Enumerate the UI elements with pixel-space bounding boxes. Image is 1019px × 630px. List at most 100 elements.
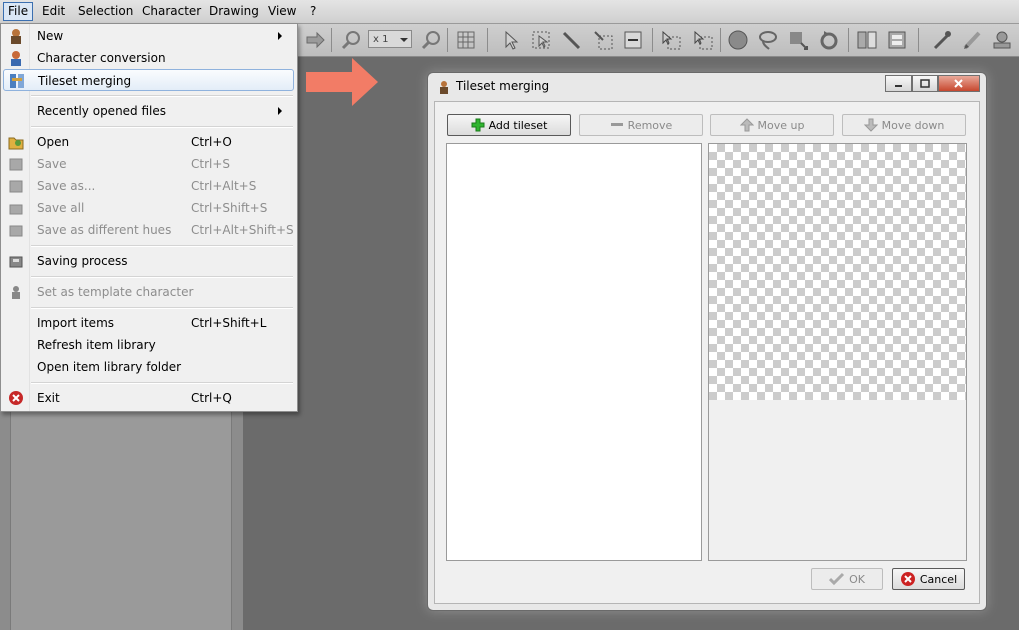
menu-item-saving-process[interactable]: Saving process — [3, 250, 294, 272]
save-icon — [8, 156, 24, 172]
move-up-button[interactable]: Move up — [710, 114, 834, 136]
menu-item-label: Tileset merging — [38, 74, 132, 88]
sphere-icon[interactable] — [727, 29, 749, 51]
toolbar-separator — [848, 28, 849, 52]
minimize-button[interactable] — [885, 75, 912, 92]
menu-item-save-all[interactable]: Save all Ctrl+Shift+S — [3, 197, 294, 219]
menu-item-label: Import items — [37, 316, 115, 330]
layers-icon[interactable] — [886, 29, 908, 51]
eyedropper-icon[interactable] — [931, 29, 953, 51]
tileset-list[interactable] — [446, 143, 702, 561]
ok-button[interactable]: OK — [811, 568, 883, 590]
menu-item-shortcut: Ctrl+Q — [191, 391, 232, 405]
maximize-button[interactable] — [912, 75, 938, 92]
save-hues-icon — [8, 222, 24, 238]
template-icon — [8, 284, 24, 300]
new-character-icon — [8, 28, 24, 44]
menu-drawing[interactable]: Drawing — [205, 3, 263, 20]
menu-separator — [31, 95, 293, 97]
menu-separator — [31, 307, 293, 309]
pencil-icon[interactable] — [961, 29, 983, 51]
menu-item-new[interactable]: New — [3, 25, 294, 47]
lasso-icon[interactable] — [757, 29, 779, 51]
remove-button[interactable]: Remove — [579, 114, 703, 136]
menu-item-label: Open item library folder — [37, 360, 182, 374]
toolbar-separator — [331, 28, 332, 52]
menu-item-recent-files[interactable]: Recently opened files — [3, 100, 294, 122]
remove-label: Remove — [627, 118, 673, 132]
zoom-out-icon[interactable] — [340, 29, 362, 51]
zoom-level-select[interactable]: x 1 — [368, 30, 412, 48]
menu-item-set-template[interactable]: Set as template character — [3, 281, 294, 303]
menu-item-label: Saving process — [37, 254, 128, 268]
redo-arrow-icon[interactable] — [304, 29, 326, 51]
menu-item-shortcut: Ctrl+S — [191, 157, 231, 171]
menu-item-open-library-folder[interactable]: Open item library folder — [3, 356, 294, 378]
menu-item-save[interactable]: Save Ctrl+S — [3, 153, 294, 175]
menu-view[interactable]: View — [264, 3, 300, 20]
add-tileset-button[interactable]: Add tileset — [447, 114, 571, 136]
mirror-icon[interactable] — [856, 29, 878, 51]
cancel-label: Cancel — [919, 572, 958, 586]
menu-item-label: Character conversion — [37, 51, 166, 65]
menu-item-label: Open — [37, 135, 70, 149]
zoom-in-icon[interactable] — [420, 29, 442, 51]
menu-item-shortcut: Ctrl+Shift+S — [191, 201, 268, 215]
grid-icon[interactable] — [455, 29, 477, 51]
crop-cursor-icon[interactable] — [660, 29, 682, 51]
move-selection-icon[interactable] — [592, 29, 614, 51]
open-folder-icon — [8, 134, 24, 150]
menu-item-label: Save — [37, 157, 67, 171]
menu-item-label: Save all — [37, 201, 85, 215]
stamp-icon[interactable] — [991, 29, 1013, 51]
remove-selection-icon[interactable] — [622, 29, 644, 51]
menu-help[interactable]: ? — [306, 3, 320, 20]
toolbar-separator — [487, 28, 488, 52]
checkmark-icon — [829, 572, 845, 586]
submenu-arrow-icon — [278, 107, 282, 115]
menu-separator — [31, 126, 293, 128]
tileset-merging-dialog: Tileset merging Add tileset Remove Move … — [427, 72, 987, 611]
save-as-icon — [8, 178, 24, 194]
select-rect-icon[interactable] — [530, 29, 552, 51]
tileset-merge-icon — [9, 73, 25, 89]
puzzle-move-icon[interactable] — [787, 29, 809, 51]
move-down-button[interactable]: Move down — [842, 114, 966, 136]
line-tool-icon[interactable] — [560, 29, 582, 51]
menu-item-shortcut: Ctrl+Shift+L — [191, 316, 267, 330]
menu-item-label: Save as different hues — [37, 223, 172, 237]
menu-item-label: Refresh item library — [37, 338, 156, 352]
minus-icon — [610, 123, 623, 126]
cursor-icon[interactable] — [500, 29, 522, 51]
menu-item-label: Save as... — [37, 179, 96, 193]
menu-item-character-conversion[interactable]: Character conversion — [3, 47, 294, 69]
merge-preview — [708, 143, 967, 561]
menu-item-shortcut: Ctrl+Alt+Shift+S — [191, 223, 294, 237]
menu-file[interactable]: File — [3, 2, 34, 21]
paste-cursor-icon[interactable] — [692, 29, 714, 51]
menu-separator — [31, 382, 293, 384]
menu-item-save-hues[interactable]: Save as different hues Ctrl+Alt+Shift+S — [3, 219, 294, 241]
cancel-button[interactable]: Cancel — [892, 568, 965, 590]
rotate-icon[interactable] — [818, 29, 840, 51]
menu-item-save-as[interactable]: Save as... Ctrl+Alt+S — [3, 175, 294, 197]
menu-item-label: New — [37, 29, 64, 43]
close-button[interactable] — [938, 75, 980, 92]
menu-edit[interactable]: Edit — [38, 3, 69, 20]
submenu-arrow-icon — [278, 32, 282, 40]
menu-item-open[interactable]: Open Ctrl+O — [3, 131, 294, 153]
menu-item-tileset-merging[interactable]: Tileset merging — [3, 69, 294, 91]
arrow-down-icon — [863, 118, 878, 132]
toolbar-separator — [652, 28, 653, 52]
plus-icon — [471, 118, 485, 132]
toolbar-separator — [720, 28, 721, 52]
menu-item-import-items[interactable]: Import items Ctrl+Shift+L — [3, 312, 294, 334]
menu-item-refresh-library[interactable]: Refresh item library — [3, 334, 294, 356]
toolbar-separator — [918, 28, 919, 52]
menu-item-exit[interactable]: Exit Ctrl+Q — [3, 387, 294, 409]
menu-item-shortcut: Ctrl+O — [191, 135, 232, 149]
menu-character[interactable]: Character — [138, 3, 205, 20]
cancel-icon — [900, 572, 915, 586]
menu-selection[interactable]: Selection — [74, 3, 137, 20]
ok-label: OK — [849, 572, 865, 586]
